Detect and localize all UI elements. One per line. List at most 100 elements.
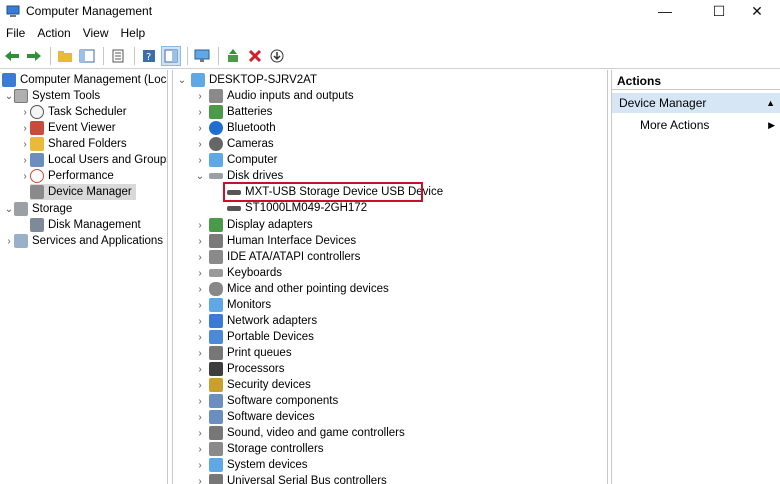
chevron-right-icon[interactable]: › [195, 393, 205, 409]
category-label: Network adapters [227, 315, 318, 327]
category-computer[interactable]: › Computer [195, 152, 278, 168]
chevron-right-icon[interactable]: › [195, 104, 205, 120]
device-st1000[interactable]: ST1000LM049-2GH172 [227, 200, 367, 216]
tree-item-services[interactable]: › Services and Applications [4, 233, 163, 249]
help-icon[interactable]: ? [139, 46, 159, 66]
computer-icon [191, 73, 205, 87]
back-arrow-icon[interactable] [2, 46, 22, 66]
chevron-right-icon[interactable]: › [195, 425, 205, 441]
properties-icon[interactable] [108, 46, 128, 66]
category-audio[interactable]: › Audio inputs and outputs [195, 88, 354, 104]
chevron-right-icon[interactable]: › [195, 409, 205, 425]
tree-item-label: Services and Applications [32, 235, 164, 247]
category-bluetooth[interactable]: › Bluetooth [195, 120, 276, 136]
category-storage-controllers[interactable]: › Storage controllers [195, 441, 324, 457]
category-print-queues[interactable]: › Print queues [195, 345, 292, 361]
toolbar-separator [50, 46, 51, 65]
monitor-icon [209, 298, 223, 312]
chevron-right-icon[interactable]: › [195, 297, 205, 313]
chevron-right-icon[interactable]: › [195, 88, 205, 104]
close-button[interactable]: ✕ [734, 0, 780, 22]
tree-item-disk-management[interactable]: Disk Management [30, 217, 141, 233]
category-ide[interactable]: › IDE ATA/ATAPI controllers [195, 249, 360, 265]
tree-item-shared-folders[interactable]: › Shared Folders [20, 136, 127, 152]
tree-item-device-manager[interactable]: Device Manager [30, 184, 136, 200]
category-system-devices[interactable]: › System devices [195, 457, 308, 473]
chevron-right-icon[interactable]: › [20, 104, 30, 120]
category-processors[interactable]: › Processors [195, 361, 285, 377]
chevron-down-icon[interactable]: ⌄ [4, 201, 14, 217]
collapse-up-icon[interactable]: ▲ [766, 98, 775, 108]
actions-header: Actions [612, 72, 780, 90]
chevron-right-icon[interactable]: › [4, 233, 14, 249]
category-hid[interactable]: › Human Interface Devices [195, 233, 356, 249]
more-actions-item[interactable]: More Actions ▶ [640, 117, 775, 133]
tree-item-label: Performance [48, 170, 114, 182]
category-batteries[interactable]: › Batteries [195, 104, 272, 120]
category-sound[interactable]: › Sound, video and game controllers [195, 425, 405, 441]
chevron-right-icon[interactable]: › [195, 441, 205, 457]
tree-item-computer-management[interactable]: Computer Management (Local [2, 72, 167, 88]
chevron-right-icon[interactable]: › [195, 313, 205, 329]
tree-item-event-viewer[interactable]: › Event Viewer [20, 120, 116, 136]
chevron-right-icon[interactable]: › [195, 152, 205, 168]
chevron-right-icon[interactable]: › [195, 249, 205, 265]
menu-help[interactable]: Help [115, 26, 152, 40]
action-pane-icon[interactable] [161, 45, 181, 66]
chevron-right-icon[interactable]: › [195, 377, 205, 393]
chevron-right-icon[interactable]: › [20, 136, 30, 152]
category-cameras[interactable]: › Cameras [195, 136, 274, 152]
chevron-right-icon[interactable]: › [195, 217, 205, 233]
chevron-right-icon[interactable]: › [195, 281, 205, 297]
tree-item-local-users[interactable]: › Local Users and Groups [20, 152, 167, 168]
chevron-down-icon[interactable]: ⌄ [195, 168, 205, 184]
tree-item-storage[interactable]: ⌄ Storage [4, 201, 72, 217]
forward-arrow-icon[interactable] [24, 46, 44, 66]
category-usb[interactable]: › Universal Serial Bus controllers [195, 473, 387, 484]
category-monitors[interactable]: › Monitors [195, 297, 271, 313]
monitor-icon[interactable] [192, 46, 212, 66]
menu-action[interactable]: Action [31, 26, 76, 40]
camera-icon [209, 137, 223, 151]
category-software-devices[interactable]: › Software devices [195, 409, 315, 425]
chevron-right-icon[interactable]: › [195, 329, 205, 345]
chevron-right-icon[interactable]: › [195, 473, 205, 484]
category-mice[interactable]: › Mice and other pointing devices [195, 281, 389, 297]
category-portable[interactable]: › Portable Devices [195, 329, 314, 345]
chevron-right-icon[interactable]: › [195, 361, 205, 377]
chevron-right-icon[interactable]: › [195, 345, 205, 361]
tree-item-task-scheduler[interactable]: › Task Scheduler [20, 104, 127, 120]
up-folder-icon[interactable] [55, 46, 75, 66]
enable-device-icon[interactable] [267, 46, 287, 66]
tree-item-system-tools[interactable]: ⌄ System Tools [4, 88, 100, 104]
menu-view[interactable]: View [77, 26, 115, 40]
tree-item-performance[interactable]: › Performance [20, 168, 114, 184]
chevron-down-icon[interactable]: ⌄ [177, 72, 187, 88]
chevron-right-icon[interactable]: › [195, 120, 205, 136]
category-security[interactable]: › Security devices [195, 377, 311, 393]
chevron-right-icon[interactable]: › [195, 265, 205, 281]
menu-file[interactable]: File [0, 26, 31, 40]
chevron-right-icon[interactable]: › [20, 152, 30, 168]
minimize-button[interactable]: — [642, 0, 688, 22]
uninstall-icon[interactable] [245, 46, 265, 66]
show-hide-tree-icon[interactable] [77, 46, 97, 66]
category-label: Universal Serial Bus controllers [227, 475, 387, 484]
toolbar-separator [187, 46, 188, 65]
keyboard-icon [209, 269, 223, 277]
menu-bar: File Action View Help [0, 23, 780, 43]
chevron-right-icon[interactable]: › [195, 233, 205, 249]
chevron-down-icon[interactable]: ⌄ [4, 88, 14, 104]
category-network[interactable]: › Network adapters [195, 313, 317, 329]
update-driver-icon[interactable] [223, 46, 243, 66]
chevron-right-icon[interactable]: › [195, 457, 205, 473]
chevron-right-icon[interactable]: › [195, 136, 205, 152]
chevron-right-icon[interactable]: › [20, 120, 30, 136]
chevron-right-icon[interactable]: › [20, 168, 30, 184]
security-icon [209, 378, 223, 392]
category-software-components[interactable]: › Software components [195, 393, 338, 409]
actions-section-device-manager[interactable]: Device Manager ▲ [612, 93, 780, 113]
category-display-adapters[interactable]: › Display adapters [195, 217, 313, 233]
category-keyboards[interactable]: › Keyboards [195, 265, 282, 281]
device-root[interactable]: ⌄ DESKTOP-SJRV2AT [177, 72, 317, 88]
